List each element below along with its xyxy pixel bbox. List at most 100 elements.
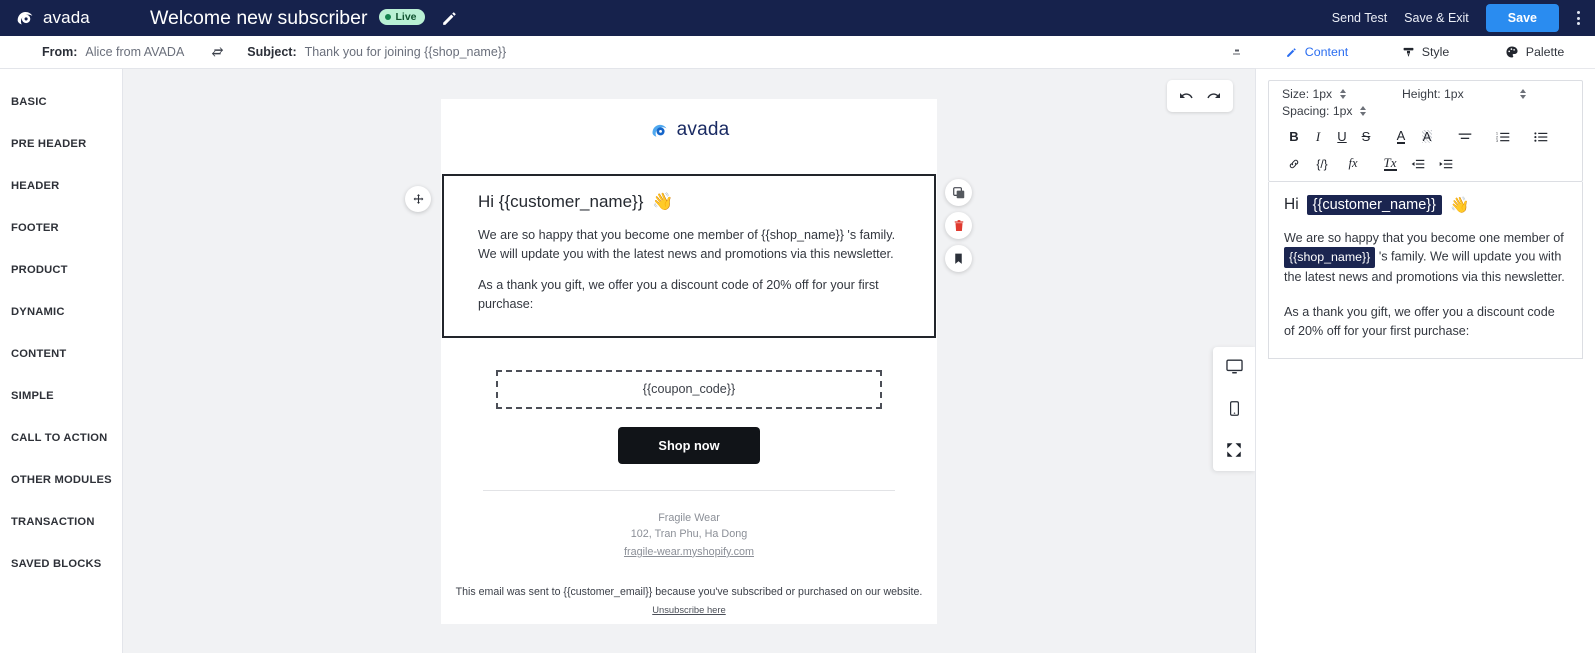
italic-button[interactable]: I [1306,130,1330,143]
brush-icon [1403,47,1414,57]
tab-palette[interactable]: Palette [1480,36,1589,68]
move-icon [413,193,423,204]
preview-paragraph-1: We are so happy that you become one memb… [1284,229,1567,286]
duplicate-block-button[interactable] [945,179,972,206]
text-editor-preview[interactable]: Hi {{customer_name}} 👋 We are so happy t… [1268,182,1583,359]
send-test-button[interactable]: Send Test [1332,11,1387,25]
subject-value[interactable]: Thank you for joining {{shop_name}} [305,45,507,59]
undo-redo-toolbar [1167,80,1233,112]
save-button[interactable]: Save [1485,4,1559,32]
avada-logo-icon [652,124,667,137]
fullscreen-button[interactable] [1221,439,1247,461]
desktop-preview-button[interactable] [1221,355,1247,377]
trash-icon [954,219,963,231]
email-greeting-text: Hi {{customer_name}} [478,192,644,211]
letter-spacing-stepper[interactable] [1360,106,1367,116]
email-divider [483,489,895,491]
sidebar-item-dynamic[interactable]: DYNAMIC [0,291,122,333]
sidebar-item-header[interactable]: HEADER [0,165,122,207]
tab-palette-label: Palette [1525,45,1565,59]
mobile-preview-button[interactable] [1221,397,1247,419]
letter-spacing-label: Spacing: [1282,104,1330,118]
font-size-field[interactable]: Size: 1px [1282,87,1402,101]
email-canvas: avada Hi {{customer_name}} 👋 We are so h… [123,69,1255,653]
email-paragraph-1: We are so happy that you become one memb… [478,228,896,261]
bookmark-icon [955,253,962,264]
mobile-icon [1229,400,1239,416]
sidebar-item-transaction[interactable]: TRANSACTION [0,501,122,543]
indent-button[interactable] [1404,158,1432,170]
sidebar-item-footer[interactable]: FOOTER [0,207,122,249]
sidebar-item-basic[interactable]: BASIC [0,81,122,123]
sidebar-item-product[interactable]: PRODUCT [0,249,122,291]
align-button[interactable] [1450,131,1480,143]
line-height-field[interactable]: Height: 1px [1402,87,1526,101]
font-size-value: 1px [1312,87,1333,101]
redo-button[interactable] [1201,84,1227,108]
letter-spacing-field[interactable]: Spacing: 1px [1282,104,1402,118]
brand-logo[interactable]: avada [14,7,130,29]
clear-format-button[interactable]: Tx [1376,156,1404,172]
edit-title-button[interactable] [440,9,459,28]
link-icon [1289,159,1299,168]
subject-label: Subject: [247,45,297,59]
selected-text-block[interactable]: Hi {{customer_name}} 👋 We are so happy t… [405,174,972,338]
line-height-value: 1px [1444,87,1464,101]
email-legal-block: This email was sent to {{customer_email}… [441,586,937,618]
sidebar-item-saved-blocks[interactable]: SAVED BLOCKS [0,543,122,585]
tab-style[interactable]: Style [1371,36,1480,68]
email-paragraph-2: As a thank you gift, we offer you a disc… [478,278,879,311]
swap-icon[interactable] [210,45,225,60]
delete-block-button[interactable] [945,212,972,239]
text-color-button[interactable]: A [1388,129,1414,145]
sidebar-item-content[interactable]: CONTENT [0,333,122,375]
bookmark-block-button[interactable] [945,245,972,272]
preview-p1-before: We are so happy that you become one memb… [1284,231,1564,245]
footer-website-link[interactable]: fragile-wear.myshopify.com [624,546,754,558]
sidebar-item-call-to-action[interactable]: CALL TO ACTION [0,417,122,459]
sidebar-item-simple[interactable]: SIMPLE [0,375,122,417]
move-block-handle[interactable] [405,186,431,212]
from-value[interactable]: Alice from AVADA [85,45,184,59]
tab-content[interactable]: Content [1262,36,1371,68]
highlight-color-button[interactable]: A [1414,130,1440,143]
coupon-code-block[interactable]: {{coupon_code}} [496,369,882,409]
subject-options-icon[interactable] [1233,49,1240,55]
swap-arrows-icon [212,46,224,57]
line-height-stepper[interactable] [1519,89,1526,99]
outdent-button[interactable] [1432,158,1460,170]
merge-tag-button[interactable]: fx [1338,157,1368,170]
merge-tag-customer-name[interactable]: {{customer_name}} [1306,195,1442,215]
top-navigation-bar: avada Welcome new subscriber Live Send T… [0,0,1595,36]
link-button[interactable] [1282,157,1306,171]
more-options-icon[interactable] [1574,7,1583,29]
email-logo-text: avada [676,119,730,140]
save-exit-button[interactable]: Save & Exit [1404,11,1469,25]
desktop-icon [1225,358,1243,373]
code-button[interactable]: {/} [1306,158,1338,170]
ordered-list-button[interactable]: 1 2 3 [1488,131,1518,143]
unsubscribe-link[interactable]: Unsubscribe here [652,604,725,615]
email-greeting: Hi {{customer_name}} 👋 [478,192,900,212]
properties-body: Size: 1px Height: 1px Spacing: 1px B I U… [1256,69,1595,359]
preview-greeting: Hi {{customer_name}} 👋 [1284,195,1567,215]
spacing-row: Spacing: 1px [1269,101,1582,120]
email-preview-sheet: avada Hi {{customer_name}} 👋 We are so h… [405,99,972,624]
properties-tabs: Content Style Palette [1256,36,1595,69]
unordered-list-button[interactable] [1526,131,1556,143]
waving-hand-icon: 👋 [652,192,674,211]
top-actions: Send Test Save & Exit Save [1332,4,1583,32]
sidebar-item-pre-header[interactable]: PRE HEADER [0,123,122,165]
avada-logo-icon [17,12,33,25]
undo-button[interactable] [1173,84,1199,108]
shop-now-button[interactable]: Shop now [618,426,760,464]
strikethrough-button[interactable]: S [1354,130,1378,143]
legal-text: This email was sent to {{customer_email}… [455,585,923,598]
redo-icon [1207,93,1220,99]
merge-tag-shop-name[interactable]: {{shop_name}} [1284,247,1376,269]
bold-button[interactable]: B [1282,130,1306,143]
sidebar-item-other-modules[interactable]: OTHER MODULES [0,459,122,501]
text-editor-toolbar-card: Size: 1px Height: 1px Spacing: 1px B I U… [1268,80,1583,182]
underline-button[interactable]: U [1330,130,1354,143]
font-size-stepper[interactable] [1340,89,1347,99]
